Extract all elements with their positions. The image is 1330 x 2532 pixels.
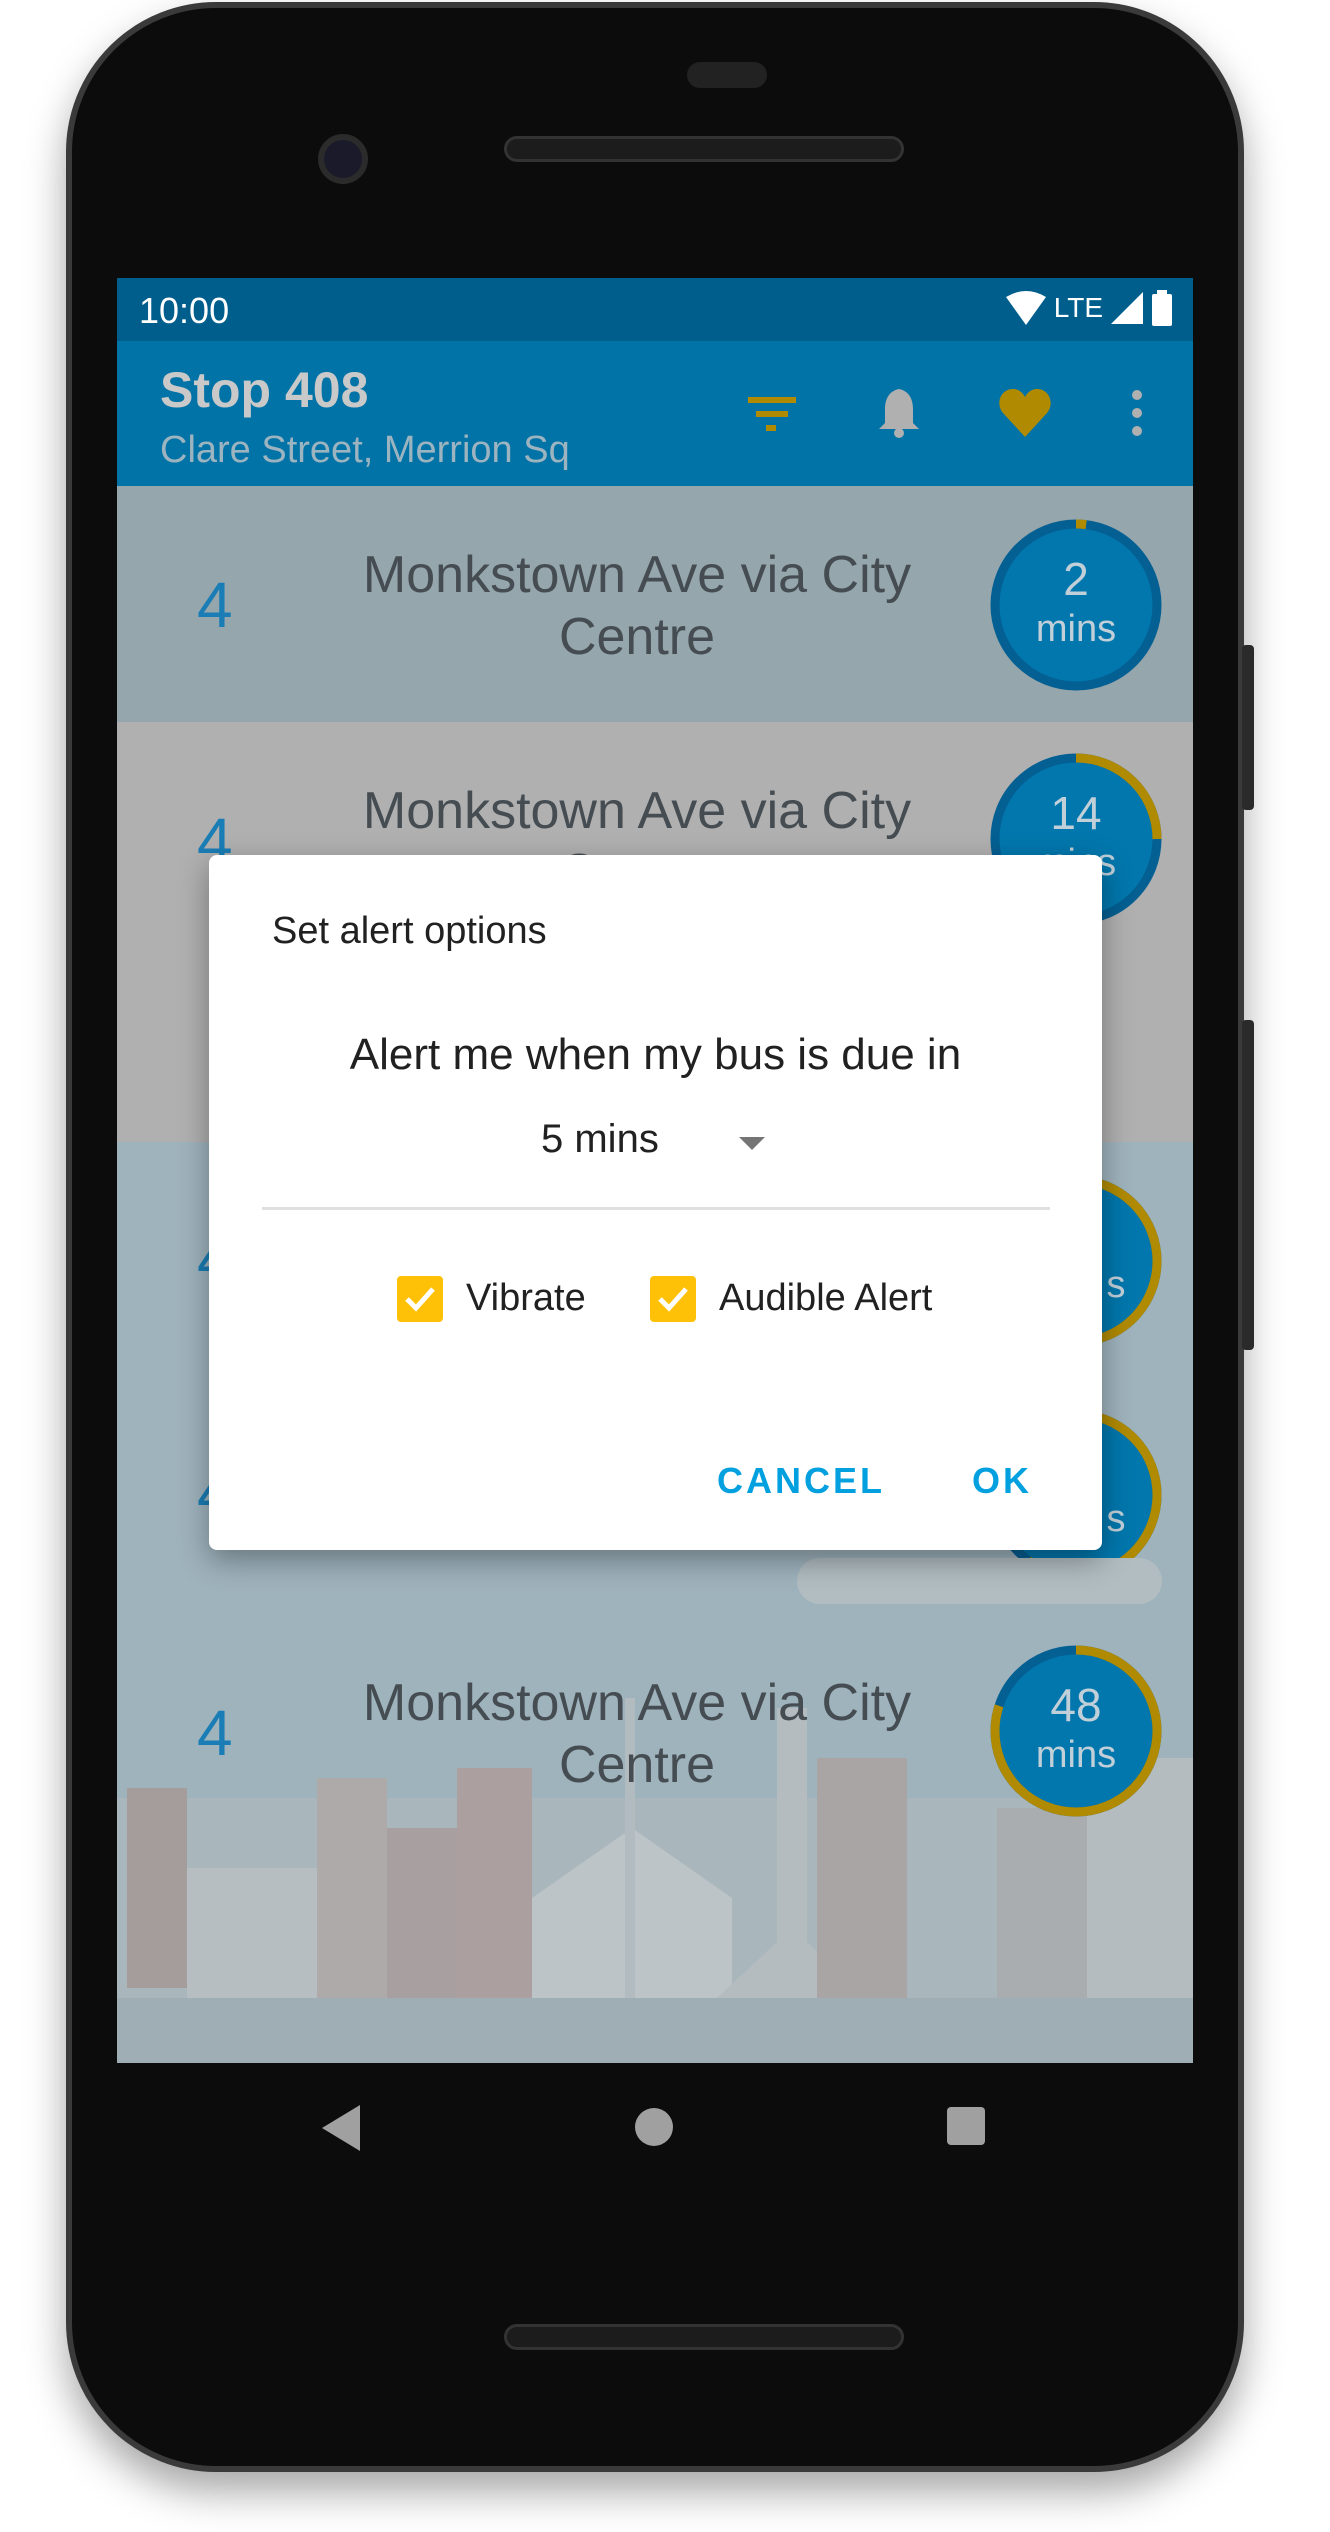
due-time-dropdown[interactable]: 5 mins	[509, 1117, 989, 1177]
cancel-button[interactable]: CANCEL	[717, 1460, 885, 1502]
dialog-title: Set alert options	[272, 910, 547, 952]
back-icon[interactable]	[322, 2105, 362, 2151]
audible-alert-checkbox[interactable]	[650, 1276, 696, 1322]
signal-icon	[1111, 292, 1143, 324]
bell-icon[interactable]	[869, 383, 929, 443]
dropdown-arrow-icon	[739, 1137, 765, 1150]
row-action-pill	[797, 1558, 1162, 1604]
network-type: LTE	[1053, 292, 1103, 323]
more-vert-icon[interactable]	[1107, 383, 1167, 443]
recents-icon[interactable]	[947, 2107, 985, 2145]
page-title: Stop 408	[160, 362, 369, 418]
arrival-row[interactable]: 4 Monkstown Ave via City Centre 48 mins	[117, 1614, 1193, 1850]
check-icon	[405, 1287, 435, 1312]
alert-options-dialog: Set alert options Alert me when my bus i…	[209, 855, 1102, 1550]
navigation-bar	[117, 2063, 1193, 2203]
volume-button	[1242, 1020, 1254, 1350]
route-number: 4	[197, 569, 233, 641]
filter-icon[interactable]	[742, 383, 802, 443]
heart-icon[interactable]	[995, 383, 1055, 443]
destination: Monkstown Ave via CityCentre	[362, 546, 912, 666]
divider	[262, 1207, 1050, 1210]
stop-subtitle: Clare Street, Merrion Sq	[160, 429, 570, 471]
dialog-message: Alert me when my bus is due in	[349, 1030, 962, 1079]
home-icon[interactable]	[634, 2107, 674, 2147]
ok-button[interactable]: OK	[972, 1460, 1032, 1502]
status-bar: 10:00 LTE	[117, 278, 1193, 341]
audible-alert-label: Audible Alert	[719, 1277, 933, 1319]
battery-icon	[1152, 290, 1172, 326]
due-time-badge: 48 mins	[989, 1644, 1163, 1818]
route-number: 4	[197, 1697, 233, 1769]
status-time: 10:00	[139, 290, 230, 331]
due-time-badge: 2 mins	[989, 518, 1163, 692]
vibrate-label: Vibrate	[466, 1277, 586, 1319]
vibrate-checkbox[interactable]	[397, 1276, 443, 1322]
destination: Monkstown Ave via CityCentre	[362, 1674, 912, 1794]
top-speaker	[504, 136, 904, 162]
earpiece-notch	[687, 62, 767, 88]
front-camera	[318, 134, 368, 184]
dropdown-value: 5 mins	[541, 1117, 659, 1161]
power-button	[1242, 645, 1254, 810]
screen: 10:00 LTE Stop 408 Clare Street, Merrion…	[117, 278, 1193, 2063]
app-bar: Stop 408 Clare Street, Merrion Sq	[117, 341, 1193, 486]
check-icon	[658, 1287, 688, 1312]
arrival-row[interactable]: 4 Monkstown Ave via City Centre 2 mins	[117, 486, 1193, 722]
bottom-speaker	[504, 2324, 904, 2350]
wifi-icon	[1005, 291, 1046, 325]
